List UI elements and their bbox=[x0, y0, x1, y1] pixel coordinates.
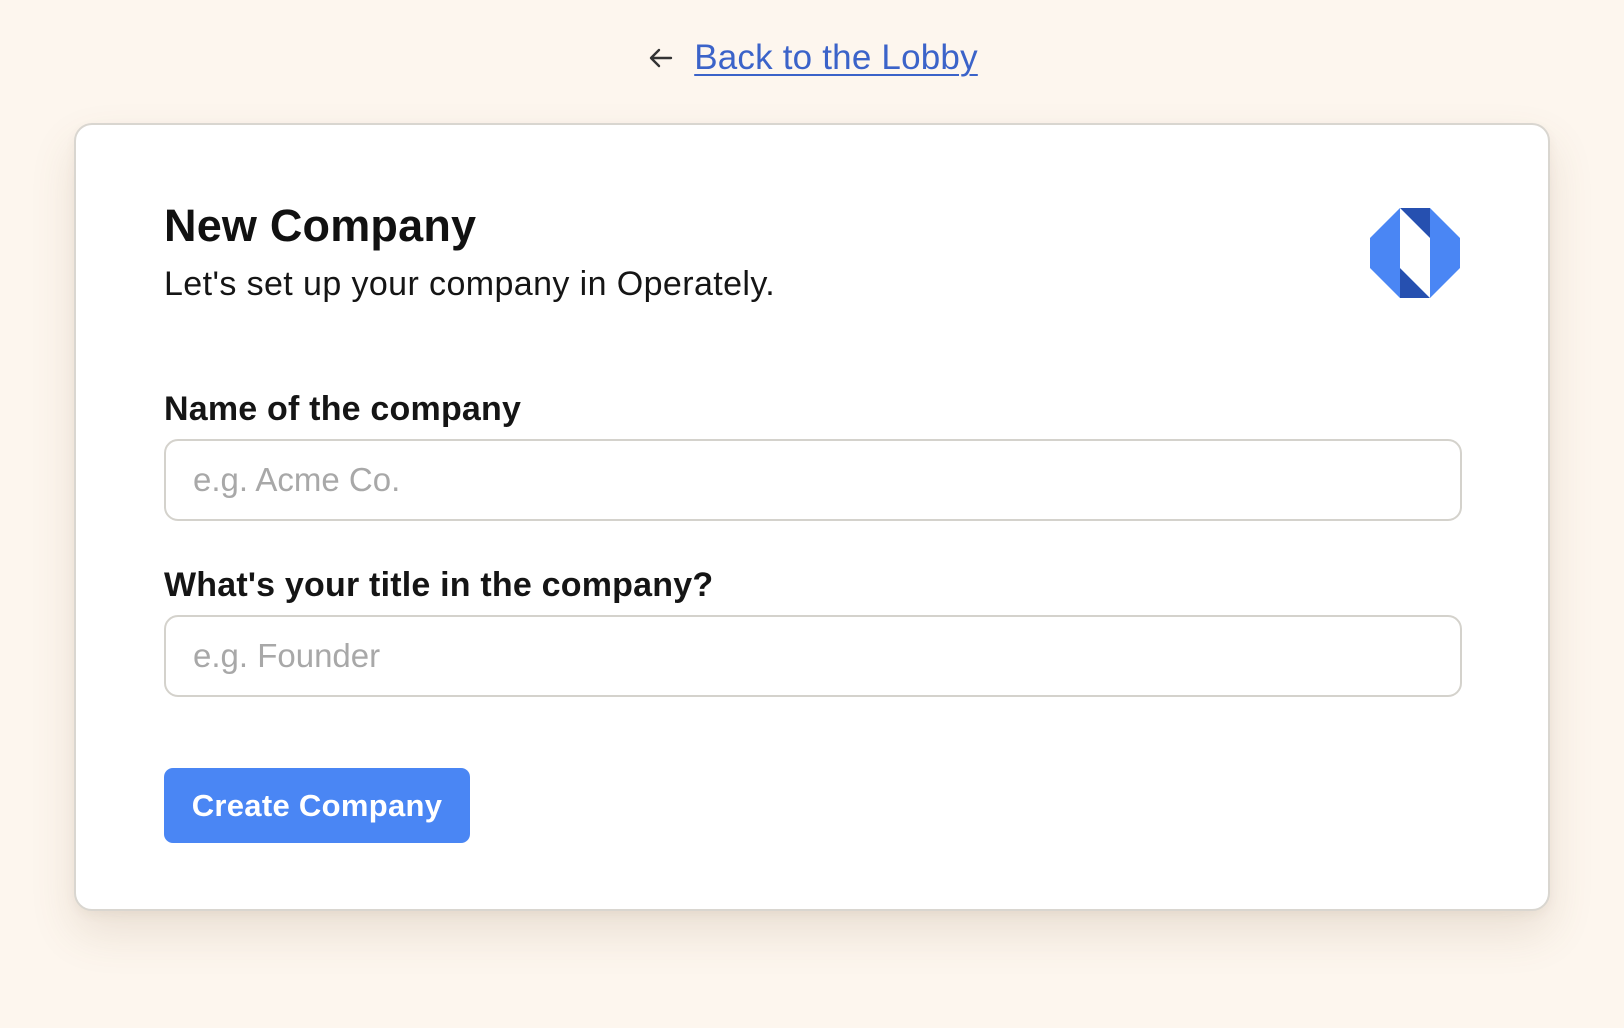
company-name-input[interactable] bbox=[164, 439, 1462, 521]
back-navigation: Back to the Lobby bbox=[0, 38, 1624, 78]
page-subtitle: Let's set up your company in Operately. bbox=[164, 265, 776, 303]
card-header: New Company Let's set up your company in… bbox=[164, 198, 1460, 318]
job-title-label: What's your title in the company? bbox=[164, 566, 714, 604]
company-name-label: Name of the company bbox=[164, 390, 522, 428]
job-title-input[interactable] bbox=[164, 615, 1462, 697]
back-to-lobby-link[interactable]: Back to the Lobby bbox=[694, 38, 978, 78]
new-company-card: New Company Let's set up your company in… bbox=[74, 123, 1550, 911]
create-company-button[interactable]: Create Company bbox=[164, 768, 470, 843]
page-title: New Company bbox=[164, 200, 477, 251]
operately-logo-icon bbox=[1370, 208, 1460, 298]
arrow-left-icon[interactable] bbox=[646, 43, 676, 73]
